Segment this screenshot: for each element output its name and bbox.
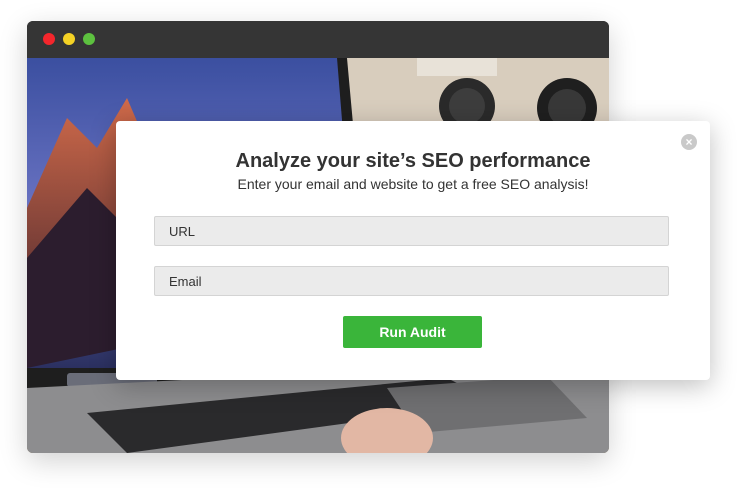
minimize-window-icon[interactable] [63,33,75,45]
url-field-wrapper [154,216,669,246]
seo-audit-modal: × Analyze your site’s SEO performance En… [116,121,710,380]
window-titlebar [27,21,609,58]
close-window-icon[interactable] [43,33,55,45]
modal-subtitle: Enter your email and website to get a fr… [237,176,589,192]
email-field-wrapper [154,266,669,296]
email-input[interactable] [155,267,668,295]
run-audit-button[interactable]: Run Audit [343,316,482,348]
modal-title: Analyze your site’s SEO performance [235,150,591,172]
close-icon[interactable]: × [681,134,697,150]
url-input[interactable] [155,217,668,245]
maximize-window-icon[interactable] [83,33,95,45]
